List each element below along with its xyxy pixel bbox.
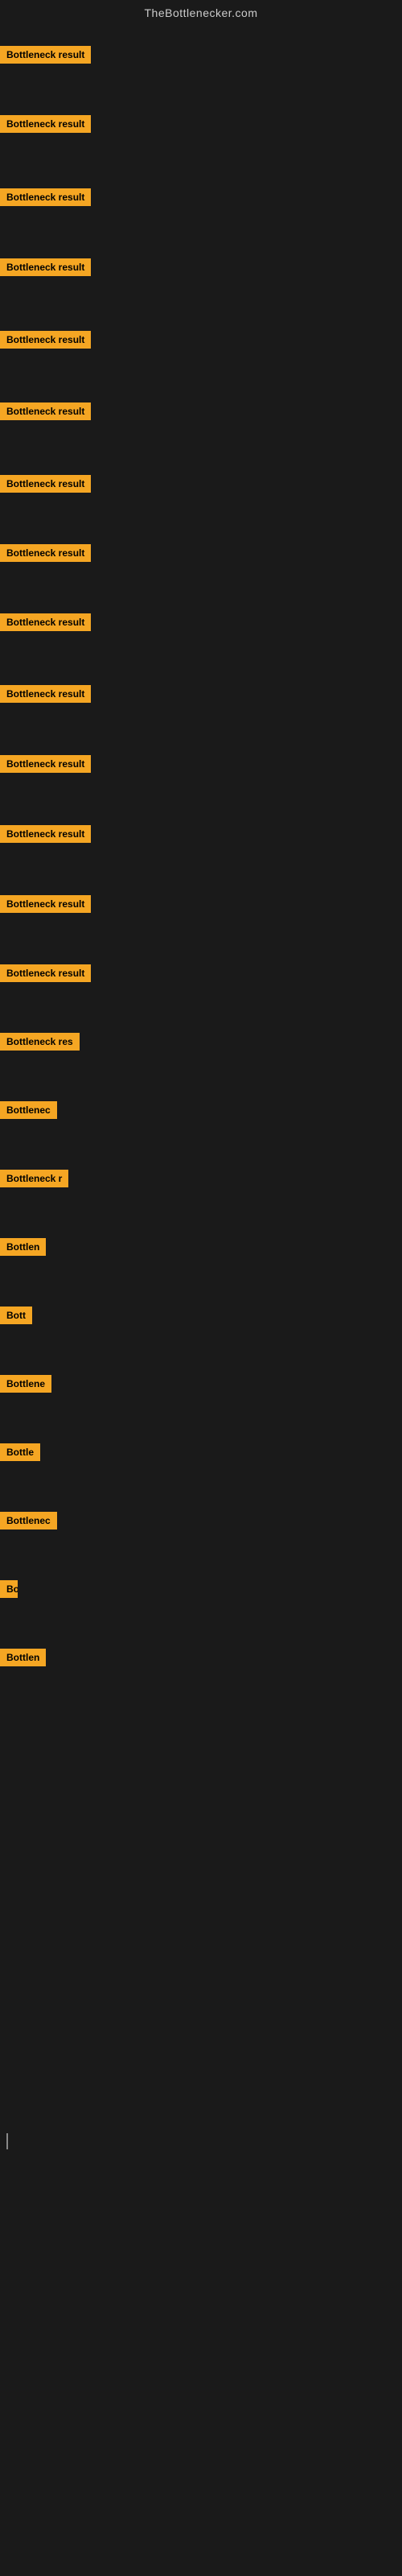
bottleneck-item[interactable]: Bottlenec — [0, 1512, 57, 1534]
bottleneck-item[interactable]: Bottleneck result — [0, 115, 91, 137]
bottleneck-item[interactable]: Bottle — [0, 1443, 40, 1465]
bottleneck-badge: Bottleneck res — [0, 1033, 80, 1051]
bottleneck-item[interactable]: Bo — [0, 1580, 18, 1602]
bottleneck-badge: Bottleneck result — [0, 258, 91, 276]
bottleneck-item[interactable]: Bottleneck result — [0, 613, 91, 635]
bottleneck-badge: Bottleneck result — [0, 115, 91, 133]
bottleneck-item[interactable]: Bottleneck result — [0, 402, 91, 424]
bottleneck-badge: Bottleneck result — [0, 331, 91, 349]
bottleneck-badge: Bottleneck result — [0, 475, 91, 493]
bottleneck-badge: Bo — [0, 1580, 18, 1598]
bottleneck-item[interactable]: Bottleneck result — [0, 544, 91, 566]
bottleneck-badge: Bottle — [0, 1443, 40, 1461]
bottleneck-item[interactable]: Bottlenec — [0, 1101, 57, 1123]
bottleneck-badge: Bottleneck result — [0, 825, 91, 843]
bottleneck-item[interactable]: Bottleneck result — [0, 258, 91, 280]
bottleneck-item[interactable]: Bottlene — [0, 1375, 51, 1397]
bottleneck-item[interactable]: Bottlen — [0, 1649, 46, 1670]
bottleneck-badge: Bott — [0, 1307, 32, 1324]
bottleneck-badge: Bottleneck result — [0, 613, 91, 631]
bottleneck-badge: Bottleneck r — [0, 1170, 68, 1187]
site-title: TheBottlenecker.com — [0, 0, 402, 26]
bottleneck-item[interactable]: Bott — [0, 1307, 32, 1328]
bottleneck-badge: Bottlene — [0, 1375, 51, 1393]
bottleneck-item[interactable]: Bottlen — [0, 1238, 46, 1260]
bottleneck-item[interactable]: Bottleneck result — [0, 331, 91, 353]
bottleneck-badge: Bottlen — [0, 1238, 46, 1256]
bottleneck-badge: Bottleneck result — [0, 685, 91, 703]
bottleneck-item[interactable]: Bottleneck result — [0, 188, 91, 210]
bottleneck-item[interactable]: Bottleneck result — [0, 475, 91, 497]
bottleneck-badge: Bottleneck result — [0, 755, 91, 773]
bottleneck-badge: Bottleneck result — [0, 964, 91, 982]
bottleneck-item[interactable]: Bottleneck result — [0, 46, 91, 68]
bottleneck-badge: Bottlenec — [0, 1101, 57, 1119]
bottleneck-badge: Bottleneck result — [0, 46, 91, 64]
bottleneck-badge: Bottlenec — [0, 1512, 57, 1530]
bottleneck-item[interactable]: Bottleneck result — [0, 685, 91, 707]
bottleneck-item[interactable]: Bottleneck result — [0, 895, 91, 917]
bottleneck-badge: Bottlen — [0, 1649, 46, 1666]
bottleneck-badge: Bottleneck result — [0, 544, 91, 562]
bottleneck-item[interactable]: Bottleneck res — [0, 1033, 80, 1055]
bottleneck-badge: Bottleneck result — [0, 895, 91, 913]
bottleneck-item[interactable]: Bottleneck result — [0, 964, 91, 986]
bottleneck-badge: Bottleneck result — [0, 402, 91, 420]
bottleneck-item[interactable]: Bottleneck r — [0, 1170, 68, 1191]
bottleneck-badge: Bottleneck result — [0, 188, 91, 206]
bottleneck-item[interactable]: Bottleneck result — [0, 755, 91, 777]
cursor-line — [6, 2133, 8, 2149]
bottleneck-item[interactable]: Bottleneck result — [0, 825, 91, 847]
